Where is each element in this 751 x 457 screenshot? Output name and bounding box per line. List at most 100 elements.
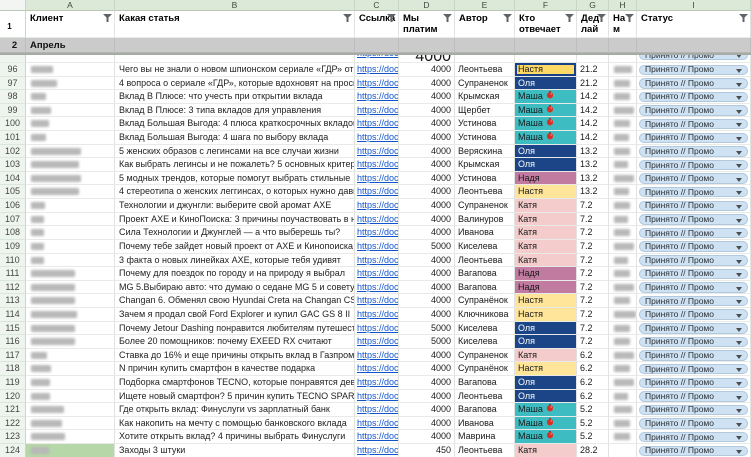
owner-cell[interactable]: Маша (515, 90, 577, 104)
section-cell[interactable] (355, 38, 399, 53)
link-cell[interactable]: https://docs (355, 131, 399, 145)
pay-cell[interactable]: 450 (399, 444, 455, 457)
doc-link[interactable]: https://docs (357, 173, 399, 183)
status-cell[interactable]: Принято // Промо (637, 240, 751, 254)
article-title-cell[interactable]: Вклад В Плюсе: 3 типа вкладов для управл… (115, 104, 355, 118)
status-cell[interactable]: Принято // Промо (637, 63, 751, 77)
moderation-cell[interactable] (609, 158, 637, 172)
doc-link[interactable]: https://docs (357, 214, 399, 224)
link-cell[interactable]: https://docs (355, 267, 399, 281)
owner-cell[interactable]: Оля (515, 158, 577, 172)
link-cell[interactable]: https://docs (355, 104, 399, 118)
author-cell[interactable]: Киселева (455, 335, 515, 349)
moderation-cell[interactable] (609, 322, 637, 336)
article-title-cell[interactable]: Как выбрать легинсы и не пожалеть? 5 осн… (115, 158, 355, 172)
section-cell[interactable] (399, 38, 455, 53)
owner-cell[interactable]: Настя (515, 185, 577, 199)
author-cell[interactable]: Вагапова (455, 403, 515, 417)
section-cell[interactable] (515, 38, 577, 53)
row-number[interactable]: 110 (0, 254, 26, 268)
author-cell[interactable]: Крымская (455, 158, 515, 172)
row-number[interactable]: 98 (0, 90, 26, 104)
moderation-cell[interactable] (609, 226, 637, 240)
dropdown-arrow-icon[interactable] (736, 287, 742, 291)
moderation-cell[interactable] (609, 145, 637, 159)
article-title-cell[interactable]: Ставка до 16% и еще причины открыть вкла… (115, 349, 355, 363)
doc-link[interactable]: https://docs (357, 118, 399, 128)
article-title-cell[interactable]: Почему Jetour Dashing понравится любител… (115, 322, 355, 336)
link-cell[interactable]: https://docs (355, 90, 399, 104)
pay-cell[interactable]: 4000 (399, 63, 455, 77)
client-cell[interactable] (26, 185, 115, 199)
link-cell[interactable]: https://docs (355, 158, 399, 172)
row-number[interactable]: 99 (0, 104, 26, 118)
article-title-cell[interactable]: Чего вы не знали о новом шпионском сериа… (115, 63, 355, 77)
row-number[interactable]: 107 (0, 213, 26, 227)
client-cell[interactable] (26, 104, 115, 118)
row-number[interactable]: 121 (0, 403, 26, 417)
status-chip[interactable]: Принято // Промо (639, 323, 748, 334)
owner-cell[interactable]: Оля (515, 335, 577, 349)
dropdown-arrow-icon[interactable] (736, 164, 742, 168)
header-h[interactable]: На м (609, 11, 637, 38)
status-chip[interactable]: Принято // Промо (639, 269, 748, 280)
moderation-cell[interactable] (609, 417, 637, 431)
moderation-cell[interactable] (609, 199, 637, 213)
status-cell[interactable]: Принято // Промо (637, 158, 751, 172)
deadline-cell[interactable]: 13.2 (577, 172, 609, 186)
pay-cell[interactable]: 4000 (399, 185, 455, 199)
moderation-cell[interactable] (609, 430, 637, 444)
status-cell[interactable]: Принято // Промо (637, 376, 751, 390)
article-title-cell[interactable]: Вклад Большая Выгода: 4 шага по выбору в… (115, 131, 355, 145)
column-letter-g[interactable]: G (577, 0, 609, 11)
client-cell[interactable] (26, 55, 115, 63)
dropdown-arrow-icon[interactable] (736, 96, 742, 100)
deadline-cell[interactable]: 7.2 (577, 294, 609, 308)
moderation-cell[interactable] (609, 63, 637, 77)
pay-cell[interactable]: 4000 (399, 376, 455, 390)
owner-cell[interactable]: Катя (515, 240, 577, 254)
status-chip[interactable]: Принято // Промо (639, 391, 748, 402)
status-cell[interactable]: Принято // Промо (637, 403, 751, 417)
deadline-cell[interactable]: 6.2 (577, 362, 609, 376)
pay-cell[interactable]: 4000 (399, 145, 455, 159)
pay-cell[interactable]: 4000 (399, 226, 455, 240)
doc-link[interactable]: https://docs (357, 200, 399, 210)
article-title-cell[interactable]: Вклад В Плюсе: что учесть при открытии в… (115, 90, 355, 104)
owner-cell[interactable]: Настя (515, 63, 577, 77)
status-chip[interactable]: Принято // Промо (639, 187, 748, 198)
row-number[interactable]: 1 (0, 11, 26, 38)
author-cell[interactable]: Супраненок (455, 349, 515, 363)
status-chip[interactable]: Принято // Промо (639, 173, 748, 184)
status-chip[interactable]: Принято // Промо (639, 65, 748, 76)
link-cell[interactable]: https://docs (355, 199, 399, 213)
moderation-cell[interactable] (609, 77, 637, 91)
client-cell[interactable] (26, 281, 115, 295)
row-number[interactable]: 111 (0, 267, 26, 281)
dropdown-arrow-icon[interactable] (736, 178, 742, 182)
owner-cell[interactable]: Настя (515, 362, 577, 376)
filter-icon[interactable] (343, 14, 352, 22)
owner-cell[interactable]: Оля (515, 390, 577, 404)
article-title-cell[interactable]: Заходы 3 штуки (115, 444, 355, 457)
pay-cell[interactable]: 4000 (399, 158, 455, 172)
article-title-cell[interactable]: Технологии и джунгли: выберите свой аром… (115, 199, 355, 213)
status-chip[interactable]: Принято // Промо (639, 119, 748, 130)
moderation-cell[interactable] (609, 403, 637, 417)
row-number[interactable]: 113 (0, 294, 26, 308)
status-cell[interactable]: Принято // Промо (637, 390, 751, 404)
moderation-cell[interactable] (609, 213, 637, 227)
link-cell[interactable]: https://docs (355, 376, 399, 390)
author-cell[interactable]: Супранёнок (455, 362, 515, 376)
status-cell[interactable]: Принято // Промо (637, 172, 751, 186)
header-e[interactable]: Автор (455, 11, 515, 38)
column-letter-d[interactable]: D (399, 0, 455, 11)
column-letter-i[interactable]: I (637, 0, 751, 11)
status-chip[interactable]: Принято // Промо (639, 133, 748, 144)
status-cell[interactable]: Принято // Промо (637, 444, 751, 457)
doc-link[interactable]: https://docs (357, 268, 399, 278)
row-number[interactable]: 106 (0, 199, 26, 213)
status-chip[interactable]: Принято // Промо (639, 296, 748, 307)
moderation-cell[interactable] (609, 117, 637, 131)
deadline-cell[interactable]: 7.2 (577, 199, 609, 213)
